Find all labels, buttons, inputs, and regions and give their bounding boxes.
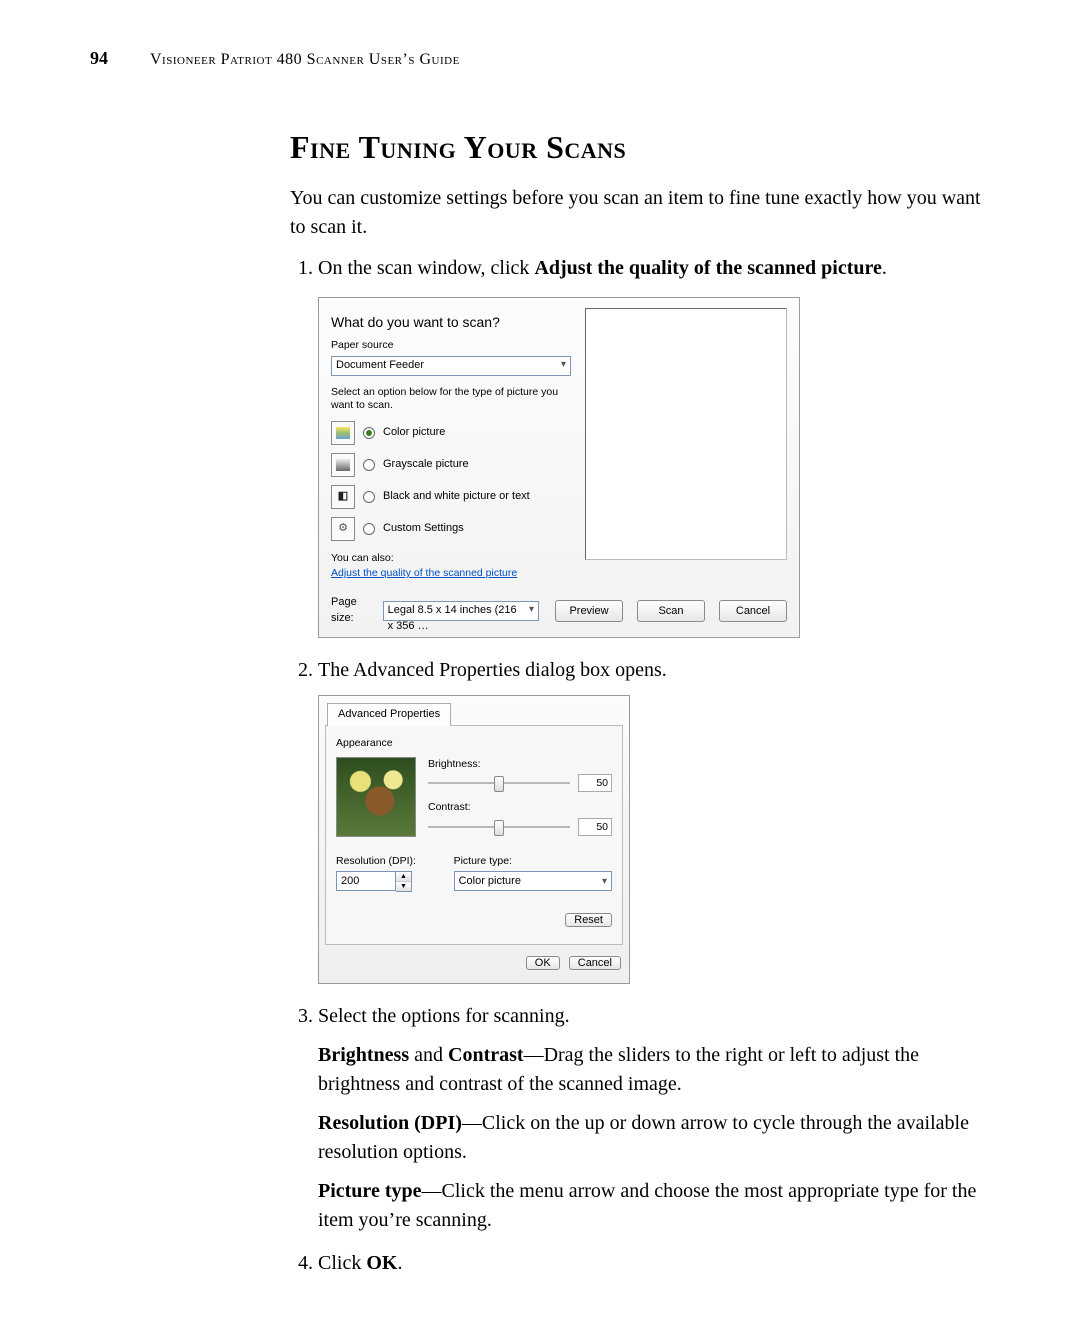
s3-b1-mid: and [409,1044,448,1066]
picture-type-label: Picture type: [454,854,612,869]
appearance-group-label: Appearance [336,736,612,751]
reset-button[interactable]: Reset [565,913,612,927]
opt-color-row[interactable]: Color picture [331,421,571,445]
resolution-label: Resolution (DPI): [336,854,442,869]
s3-brightness-bold: Brightness [318,1044,409,1066]
cancel-button-d1[interactable]: Cancel [719,600,787,622]
opt-color-radio[interactable] [363,427,375,439]
opt-bw-row[interactable]: ◧ Black and white picture or text [331,485,571,509]
preview-button[interactable]: Preview [555,600,623,622]
opt-custom-radio[interactable] [363,523,375,535]
color-picture-icon [331,421,355,445]
you-can-also-label: You can also: [331,551,571,566]
section-title: Fine Tuning Your Scans [290,129,990,166]
resolution-value[interactable]: 200 [336,871,396,891]
opt-bw-label: Black and white picture or text [383,489,530,505]
brightness-label: Brightness: [428,757,612,772]
step-2-text: The Advanced Properties dialog box opens… [318,656,990,685]
cancel-button-d2[interactable]: Cancel [569,956,621,970]
preview-thumbnail [336,757,416,837]
step-3-text: Select the options for scanning. [318,1002,990,1031]
advanced-properties-dialog: Advanced Properties Appearance Brightnes… [318,695,630,984]
bw-picture-icon: ◧ [331,485,355,509]
adjust-quality-link[interactable]: Adjust the quality of the scanned pictur… [331,566,571,581]
contrast-label: Contrast: [428,800,612,815]
resolution-spinner[interactable]: 200 ▲▼ [336,871,442,892]
step-3: Select the options for scanning. Brightn… [318,1002,990,1235]
contrast-value[interactable]: 50 [578,818,612,836]
s3-contrast-bold: Contrast [448,1044,524,1066]
opt-custom-label: Custom Settings [383,521,464,537]
ok-button[interactable]: OK [526,956,560,970]
running-head: Visioneer Patriot 480 Scanner User’s Gui… [150,51,460,69]
slider-thumb-icon[interactable] [494,820,504,836]
step-2: The Advanced Properties dialog box opens… [318,656,990,984]
step-4: Click OK. [318,1249,990,1278]
scan-type-hint: Select an option below for the type of p… [331,386,571,413]
opt-color-label: Color picture [383,425,445,441]
opt-gray-row[interactable]: Grayscale picture [331,453,571,477]
page-size-combo[interactable]: Legal 8.5 x 14 inches (216 x 356 … [383,601,539,621]
brightness-value[interactable]: 50 [578,774,612,792]
custom-settings-icon: ⚙ [331,517,355,541]
opt-gray-label: Grayscale picture [383,457,469,473]
step-1-bold: Adjust the quality of the scanned pictur… [534,257,881,279]
advanced-properties-tab[interactable]: Advanced Properties [327,703,451,726]
contrast-slider[interactable] [428,826,570,828]
s3-picturetype-bold: Picture type [318,1180,422,1202]
opt-bw-radio[interactable] [363,491,375,503]
step-4-bold: OK [366,1252,397,1274]
preview-area [585,308,787,560]
step-4-pre: Click [318,1252,366,1274]
step-1-pre: On the scan window, click [318,257,534,279]
intro-paragraph: You can customize settings before you sc… [290,184,990,242]
step-1-post: . [882,257,887,279]
opt-gray-radio[interactable] [363,459,375,471]
scan-dialog-title: What do you want to scan? [331,312,571,332]
step-4-post: . [397,1252,402,1274]
picture-type-combo[interactable]: Color picture [454,871,612,891]
s3-resolution-bold: Resolution (DPI) [318,1112,462,1134]
scan-dialog: What do you want to scan? Paper source D… [318,297,800,638]
page-size-label: Page size: [331,595,375,627]
opt-custom-row[interactable]: ⚙ Custom Settings [331,517,571,541]
paper-source-label: Paper source [331,338,571,353]
paper-source-combo[interactable]: Document Feeder [331,356,571,376]
scan-button[interactable]: Scan [637,600,705,622]
grayscale-picture-icon [331,453,355,477]
spin-up-icon[interactable]: ▲ [396,872,411,882]
slider-thumb-icon[interactable] [494,776,504,792]
spin-down-icon[interactable]: ▼ [396,882,411,891]
brightness-slider[interactable] [428,782,570,784]
step-1: On the scan window, click Adjust the qua… [318,254,990,638]
page-number: 94 [90,48,130,69]
